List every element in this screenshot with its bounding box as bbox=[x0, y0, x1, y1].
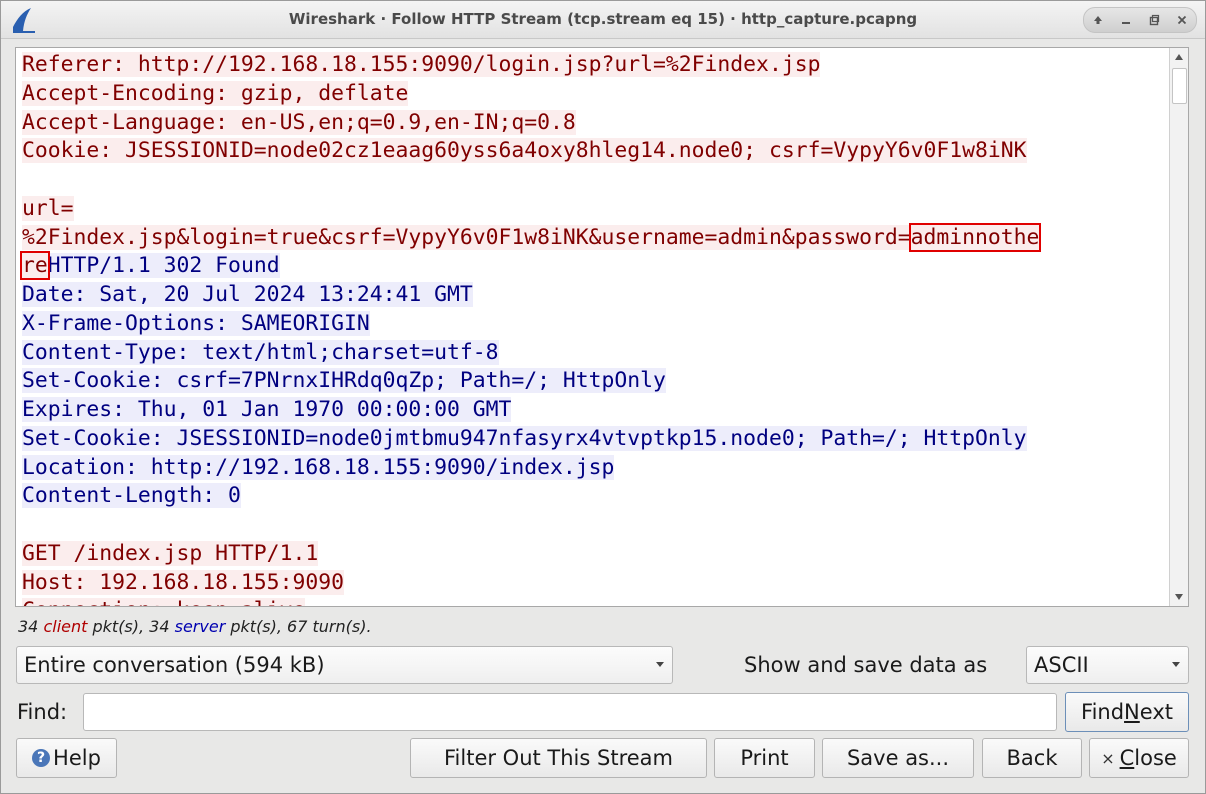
stream-line: reHTTP/1.1 302 Found bbox=[20, 251, 1170, 281]
stream-line: Accept-Language: en-US,en;q=0.9,en-IN;q=… bbox=[22, 109, 1170, 138]
client-text-segment: Accept-Language: en-US,en;q=0.9,en-IN;q=… bbox=[22, 109, 576, 135]
find-next-button[interactable]: Find Next bbox=[1065, 692, 1189, 732]
minimize-icon[interactable] bbox=[1115, 9, 1137, 31]
chevron-down-icon bbox=[1172, 662, 1180, 667]
find-next-label-post: ext bbox=[1139, 700, 1173, 724]
stream-line: Cookie: JSESSIONID=node02cz1eaag60yss6a4… bbox=[22, 137, 1170, 166]
close-icon: × bbox=[1101, 748, 1115, 768]
stream-text-view[interactable]: Referer: http://192.168.18.155:9090/logi… bbox=[15, 47, 1189, 607]
scroll-down-arrow-icon[interactable] bbox=[1170, 588, 1188, 606]
highlighted-password-segment: adminnothe bbox=[908, 222, 1042, 252]
client-text-segment: Cookie: JSESSIONID=node02cz1eaag60yss6a4… bbox=[22, 138, 1027, 164]
back-button[interactable]: Back bbox=[982, 738, 1082, 778]
server-text-segment: Location: http://192.168.18.155:9090/ind… bbox=[22, 454, 615, 480]
stream-line: %2Findex.jsp&login=true&csrf=VypyY6v0F1w… bbox=[22, 222, 1170, 253]
filter-out-stream-button[interactable]: Filter Out This Stream bbox=[410, 738, 707, 778]
stream-line: Expires: Thu, 01 Jan 1970 00:00:00 GMT bbox=[22, 396, 1170, 425]
conversation-select-value: Entire conversation (594 kB) bbox=[24, 653, 325, 677]
close-label-rest: lose bbox=[1134, 746, 1177, 770]
follow-stream-window: Wireshark · Follow HTTP Stream (tcp.stre… bbox=[0, 0, 1206, 794]
server-text-segment: Date: Sat, 20 Jul 2024 13:24:41 GMT bbox=[22, 282, 473, 307]
stream-line: Content-Length: 0 bbox=[22, 482, 1170, 511]
stream-line: GET /index.jsp HTTP/1.1 bbox=[22, 540, 1170, 569]
find-next-mnemonic: N bbox=[1124, 700, 1140, 724]
highlighted-password-segment: re bbox=[20, 251, 50, 281]
find-next-label-pre: Find bbox=[1081, 700, 1125, 724]
stream-line: Connection: keep-alive bbox=[22, 597, 1170, 606]
client-text-segment: Accept-Encoding: gzip, deflate bbox=[22, 80, 409, 106]
close-mnemonic: C bbox=[1119, 746, 1135, 770]
stream-line: Accept-Encoding: gzip, deflate bbox=[22, 80, 1170, 109]
client-text-segment: Connection: keep-alive bbox=[22, 598, 306, 606]
conversation-select[interactable]: Entire conversation (594 kB) bbox=[16, 646, 673, 684]
keep-above-icon[interactable] bbox=[1087, 9, 1109, 31]
server-text-segment: X-Frame-Options: SAMEORIGIN bbox=[22, 310, 370, 336]
stream-line: Location: http://192.168.18.155:9090/ind… bbox=[22, 454, 1170, 483]
stream-line: X-Frame-Options: SAMEORIGIN bbox=[22, 310, 1170, 339]
stream-line: Content-Type: text/html;charset=utf-8 bbox=[22, 339, 1170, 368]
stream-line: Referer: http://192.168.18.155:9090/logi… bbox=[22, 51, 1170, 80]
show-save-label: Show and save data as bbox=[744, 653, 988, 677]
stream-line bbox=[22, 511, 1170, 540]
client-text-segment: %2Findex.jsp&login=true&csrf=VypyY6v0F1w… bbox=[22, 224, 911, 250]
window-title: Wireshark · Follow HTTP Stream (tcp.stre… bbox=[288, 10, 918, 28]
client-text-segment: Host: 192.168.18.155:9090 bbox=[22, 569, 344, 595]
print-button[interactable]: Print bbox=[714, 738, 815, 778]
close-window-icon[interactable] bbox=[1171, 9, 1193, 31]
stream-line: url= bbox=[22, 195, 1170, 224]
server-text-segment: Set-Cookie: csrf=7PNrnxIHRdq0qZp; Path=/… bbox=[22, 368, 666, 394]
stream-line: Host: 192.168.18.155:9090 bbox=[22, 569, 1170, 598]
help-label: Help bbox=[53, 746, 101, 770]
server-text-segment: Content-Type: text/html;charset=utf-8 bbox=[22, 339, 499, 365]
scroll-up-arrow-icon[interactable] bbox=[1170, 48, 1188, 66]
save-as-button[interactable]: Save as... bbox=[822, 738, 974, 778]
window-controls bbox=[1083, 7, 1197, 33]
server-text-segment: Expires: Thu, 01 Jan 1970 00:00:00 GMT bbox=[22, 397, 512, 422]
chevron-down-icon bbox=[656, 662, 664, 667]
encoding-select-value: ASCII bbox=[1034, 653, 1089, 677]
server-text-segment: Set-Cookie: JSESSIONID=node0jmtbmu947nfa… bbox=[22, 425, 1027, 451]
help-button[interactable]: ? Help bbox=[16, 738, 117, 778]
server-text-segment: HTTP/1.1 302 Found bbox=[47, 253, 280, 279]
help-icon: ? bbox=[32, 749, 51, 767]
stream-line: Date: Sat, 20 Jul 2024 13:24:41 GMT bbox=[22, 281, 1170, 310]
encoding-select[interactable]: ASCII bbox=[1026, 646, 1189, 684]
client-text-segment: Referer: http://192.168.18.155:9090/logi… bbox=[22, 52, 821, 77]
stream-content: Referer: http://192.168.18.155:9090/logi… bbox=[20, 51, 1170, 606]
stats-tail: pkt(s), 67 turn(s). bbox=[225, 617, 372, 636]
maximize-icon[interactable] bbox=[1143, 9, 1165, 31]
vertical-scrollbar[interactable] bbox=[1169, 48, 1188, 606]
scrollbar-thumb[interactable] bbox=[1172, 68, 1187, 104]
server-text-segment: Content-Length: 0 bbox=[22, 483, 241, 509]
client-text-segment: GET /index.jsp HTTP/1.1 bbox=[22, 540, 319, 566]
client-text-segment: url= bbox=[22, 195, 74, 221]
stream-line bbox=[22, 166, 1170, 195]
stats-middle: pkt(s), 34 bbox=[87, 617, 175, 636]
close-button[interactable]: × Close bbox=[1089, 738, 1189, 778]
packet-stats: 34 client pkt(s), 34 server pkt(s), 67 t… bbox=[18, 615, 372, 639]
find-label: Find: bbox=[17, 700, 68, 724]
stream-line: Set-Cookie: JSESSIONID=node0jmtbmu947nfa… bbox=[22, 425, 1170, 454]
stream-line: Set-Cookie: csrf=7PNrnxIHRdq0qZp; Path=/… bbox=[22, 367, 1170, 396]
client-word: client bbox=[43, 617, 88, 636]
client-count: 34 bbox=[18, 617, 44, 636]
server-word: server bbox=[174, 617, 226, 636]
title-bar[interactable]: Wireshark · Follow HTTP Stream (tcp.stre… bbox=[1, 1, 1205, 39]
find-input[interactable] bbox=[83, 693, 1057, 731]
